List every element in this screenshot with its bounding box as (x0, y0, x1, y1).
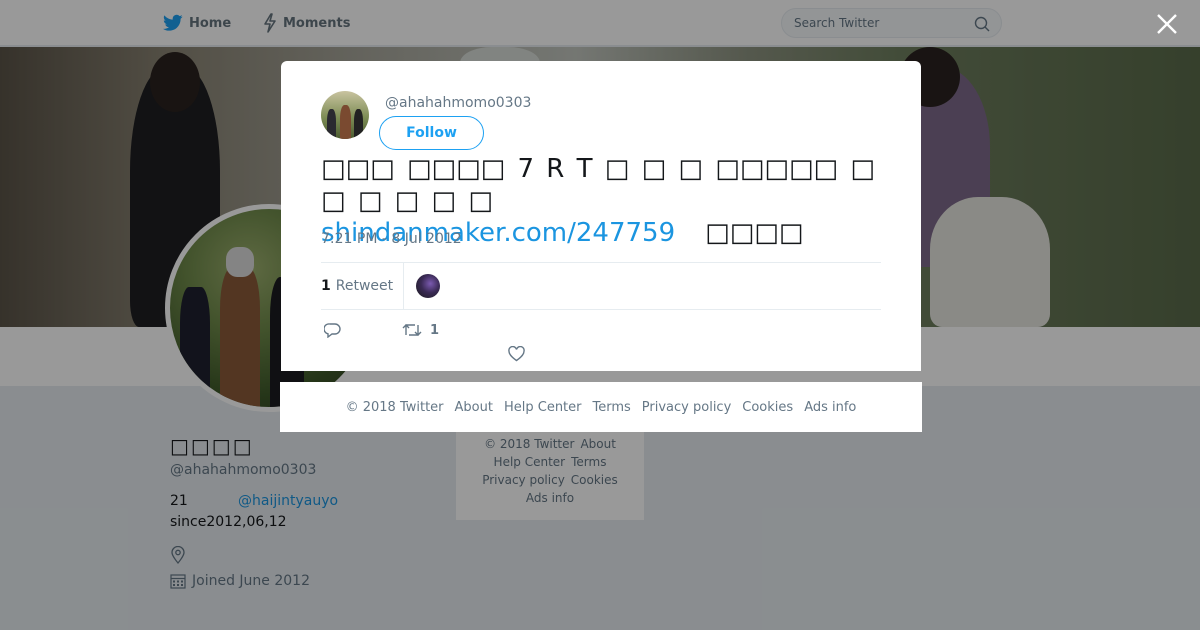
close-icon[interactable] (1153, 10, 1181, 38)
retweet-button[interactable]: 1 (402, 322, 439, 338)
reply-button[interactable] (324, 322, 341, 338)
tweet-author-avatar[interactable] (321, 91, 369, 139)
tweet-text-part-1: □□□ □□□□ 7 R T □ □ □ □□□□□ □ □ □ □ □ □ (321, 154, 875, 216)
stats-divider (403, 263, 404, 309)
like-heart-icon (508, 346, 525, 362)
retweet-count-stat[interactable]: 1 Retweet (321, 263, 393, 309)
footer-about[interactable]: About (455, 400, 493, 415)
follow-button[interactable]: Follow (379, 116, 484, 150)
retweet-count: 1 (321, 278, 331, 294)
retweet-action-count: 1 (430, 322, 440, 338)
tweet-modal: @ahahahmomo0303 Follow □□□ □□□□ 7 R T □ … (281, 61, 921, 371)
footer-privacy-policy[interactable]: Privacy policy (642, 400, 731, 415)
retweet-icon (402, 324, 422, 336)
tweet-timestamp[interactable]: 7:21 PM - 8 Jul 2012 (321, 231, 462, 247)
footer-ads-info[interactable]: Ads info (804, 400, 856, 415)
reply-icon (324, 323, 341, 338)
footer-help-center[interactable]: Help Center (504, 400, 582, 415)
footer-terms[interactable]: Terms (593, 400, 631, 415)
retweeter-avatar[interactable] (416, 274, 440, 298)
modal-footer: © 2018 Twitter About Help Center Terms P… (280, 382, 922, 432)
tweet-author-handle[interactable]: @ahahahmomo0303 (385, 95, 531, 111)
tweet-text-part-2: □□□□ (705, 218, 804, 248)
tweet-stats: 1 Retweet (321, 262, 881, 310)
footer-copyright: © 2018 Twitter (345, 399, 444, 415)
retweet-label: Retweet (335, 278, 394, 294)
like-button[interactable] (508, 346, 525, 362)
footer-cookies[interactable]: Cookies (742, 400, 793, 415)
